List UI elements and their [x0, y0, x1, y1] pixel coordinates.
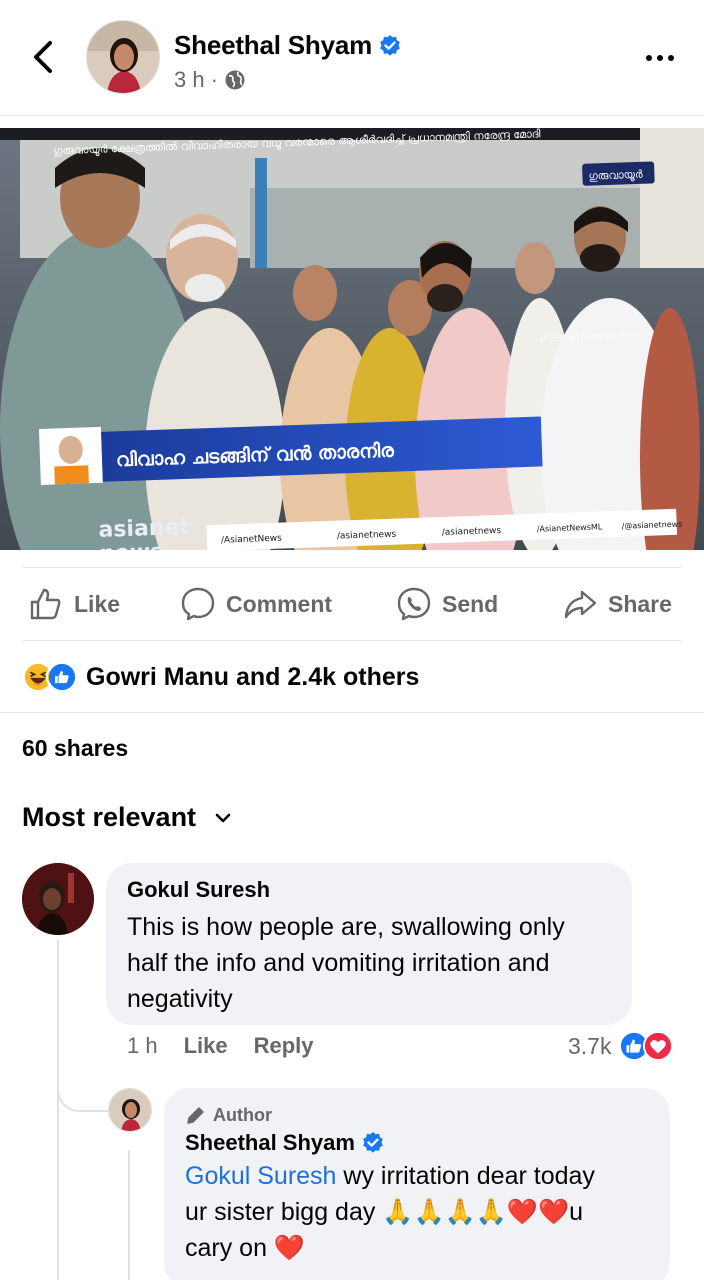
- reply-thread-line: [128, 1150, 130, 1280]
- post-header: Sheethal Shyam 3 h ·: [0, 0, 704, 116]
- more-options-button[interactable]: [640, 46, 680, 70]
- replier-name[interactable]: Sheethal Shyam: [185, 1130, 355, 1156]
- social-handle: /asianetnews: [442, 526, 502, 538]
- reply-text-line3: cary on ❤️: [185, 1234, 306, 1262]
- video-location-tag: ഗുരുവായൂർ: [588, 168, 643, 183]
- globe-icon: [225, 70, 245, 90]
- reactions-summary[interactable]: Gowri Manu and 2.4k others: [22, 658, 419, 696]
- author-badge-label: Author: [213, 1104, 272, 1125]
- post-actions-bar: Like Comment Send Share: [22, 567, 682, 641]
- post-media[interactable]: ഗുരുവായൂർ ക്ഷേത്രത്തിൽ വിവാഹിതരായ വധൂ വര…: [0, 128, 704, 550]
- reactions-text: Gowri Manu and 2.4k others: [86, 662, 420, 691]
- comment-reaction-count: 3.7k: [568, 1032, 612, 1059]
- dot-icon: [668, 55, 674, 61]
- meta-separator: ·: [210, 67, 218, 92]
- replier-avatar[interactable]: [108, 1088, 152, 1132]
- social-handle: /AsianetNews: [221, 534, 283, 546]
- commenter-name[interactable]: Gokul Suresh: [127, 877, 610, 903]
- pencil-icon: [187, 1107, 204, 1124]
- comment-meta: 1 h Like Reply: [127, 1033, 314, 1059]
- author-name-text[interactable]: Sheethal Shyam: [174, 30, 372, 61]
- post-time: 3 h: [174, 67, 205, 92]
- channel-logo-bottom: news: [99, 540, 164, 550]
- comment-reply-button[interactable]: Reply: [254, 1033, 314, 1059]
- share-arrow-icon: [564, 590, 597, 619]
- comment-bubble[interactable]: Gokul Suresh This is how people are, swa…: [106, 863, 632, 1025]
- sort-label: Most relevant: [22, 802, 197, 832]
- comment-sort-dropdown[interactable]: Most relevant: [22, 802, 232, 833]
- like-label: Like: [74, 590, 121, 617]
- send-label: Send: [442, 590, 499, 617]
- thread-line: [57, 940, 59, 1280]
- send-button[interactable]: Send: [396, 568, 498, 640]
- divider: [0, 712, 704, 713]
- reply-text-line2: ur sister bigg day 🙏🙏🙏🙏❤️❤️u: [185, 1198, 583, 1226]
- dot-icon: [646, 55, 652, 61]
- author-avatar[interactable]: [86, 20, 160, 94]
- chevron-left-icon: [34, 41, 52, 73]
- thumbs-up-icon: [30, 588, 61, 620]
- comment-bubble-icon: [181, 587, 215, 621]
- share-button[interactable]: Share: [562, 568, 672, 640]
- post-meta: 3 h ·: [174, 67, 246, 93]
- comment-reactions[interactable]: 3.7k: [568, 1031, 674, 1061]
- comment-label: Comment: [226, 590, 333, 617]
- commenter-avatar[interactable]: [22, 863, 94, 935]
- reply-text-line1: wy irritation dear today: [336, 1162, 595, 1190]
- replier-name-row: Sheethal Shyam: [185, 1130, 648, 1156]
- author-badge: Author: [185, 1104, 648, 1126]
- channel-logo-top: asianet: [98, 515, 191, 543]
- thread-connector: [57, 1060, 111, 1112]
- comment-time: 1 h: [127, 1033, 158, 1058]
- author-name[interactable]: Sheethal Shyam: [174, 30, 402, 61]
- reply-text: Gokul Suresh wy irritation dear today ur…: [185, 1158, 648, 1266]
- news-frame-image: ഗുരുവായൂർ ക്ഷേത്രത്തിൽ വിവാഹിതരായ വധൂ വര…: [0, 128, 704, 550]
- dot-icon: [657, 55, 663, 61]
- share-label: Share: [608, 590, 672, 617]
- comment-like-button[interactable]: Like: [184, 1033, 228, 1059]
- comment-text: This is how people are, swallowing only …: [127, 913, 565, 1013]
- love-reaction-icon: [643, 1031, 674, 1061]
- verified-badge-icon: [363, 1132, 383, 1153]
- back-button[interactable]: [28, 40, 58, 74]
- reply-bubble[interactable]: Author Sheethal Shyam Gokul Suresh wy ir…: [164, 1088, 670, 1280]
- verified-badge-icon: [380, 34, 400, 56]
- social-handle: /asianetnews: [337, 530, 397, 542]
- messenger-icon: [397, 587, 431, 621]
- comment-button[interactable]: Comment: [180, 568, 332, 640]
- like-reaction-icon: [46, 661, 78, 693]
- like-button[interactable]: Like: [28, 568, 120, 640]
- reaction-icons: [22, 661, 78, 693]
- chevron-down-icon: [215, 813, 231, 822]
- comment-reaction-icons: [619, 1031, 674, 1061]
- mention-link[interactable]: Gokul Suresh: [185, 1162, 336, 1190]
- shares-count[interactable]: 60 shares: [22, 735, 128, 762]
